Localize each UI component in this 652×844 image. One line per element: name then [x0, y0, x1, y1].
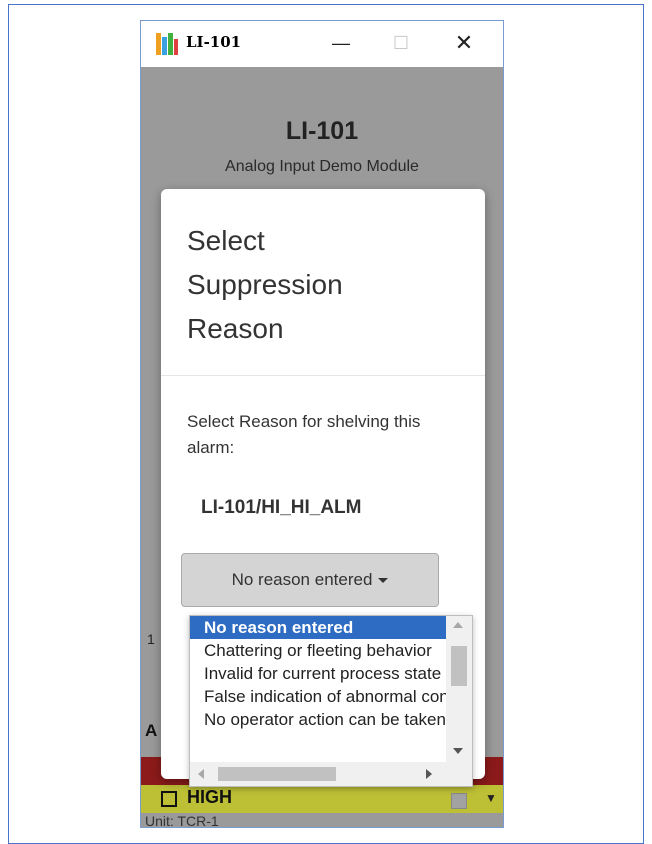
reason-option[interactable]: False indication of abnormal condition — [190, 685, 446, 708]
scroll-right-icon[interactable] — [426, 769, 432, 779]
background-page-title: LI-101 — [285, 117, 359, 145]
alarm-checkbox[interactable] — [161, 791, 177, 807]
reason-option[interactable]: No operator action can be taken — [190, 708, 446, 731]
dialog-divider — [161, 375, 485, 376]
reason-listbox[interactable]: No reason entered Chattering or fleeting… — [189, 615, 473, 787]
background-row-number: 1 — [147, 631, 155, 647]
dialog-title-line: Reason — [187, 313, 284, 344]
caret-down-icon — [378, 577, 389, 583]
dialog-title: Select Suppression Reason — [187, 219, 447, 351]
scrollbar-corner — [446, 762, 472, 786]
scroll-left-icon[interactable] — [198, 769, 204, 779]
alarm-edit-icon[interactable] — [451, 793, 467, 809]
reason-dropdown-button[interactable]: No reason entered — [181, 553, 439, 607]
dialog-title-line: Select — [187, 225, 265, 256]
vertical-scrollbar[interactable] — [446, 616, 472, 762]
background-unit-text: Unit: TCR-1 — [145, 813, 219, 828]
background-page-subtitle: Analog Input Demo Module — [225, 158, 419, 175]
reason-option[interactable]: Chattering or fleeting behavior — [190, 639, 446, 662]
reason-option[interactable]: No reason entered — [190, 616, 446, 639]
alarm-name: LI-101/HI_HI_ALM — [201, 497, 362, 518]
reason-dropdown-label: No reason entered — [231, 570, 373, 589]
reason-options: No reason entered Chattering or fleeting… — [190, 616, 446, 762]
vertical-scroll-thumb[interactable] — [451, 646, 467, 686]
maximize-button[interactable]: ☐ — [381, 29, 421, 57]
horizontal-scrollbar[interactable] — [190, 762, 446, 786]
app-bars-icon — [156, 33, 178, 55]
background-section-letter: A — [145, 721, 158, 740]
app-window: LI-101 — ☐ ✕ LI-101 Analog Input Demo Mo… — [140, 20, 504, 828]
minimize-button[interactable]: — — [321, 29, 361, 57]
horizontal-scroll-thumb[interactable] — [218, 767, 336, 781]
reason-option[interactable]: Invalid for current process state — [190, 662, 446, 685]
scroll-up-icon[interactable] — [453, 622, 463, 628]
suppression-reason-dialog: Select Suppression Reason Select Reason … — [161, 189, 485, 787]
title-bar: LI-101 — ☐ ✕ — [141, 21, 503, 67]
dialog-prompt: Select Reason for shelving this alarm: — [187, 412, 421, 457]
background-scroll-down-icon[interactable]: ▼ — [485, 791, 497, 805]
window-title: LI-101 — [186, 33, 242, 51]
scroll-down-icon[interactable] — [453, 748, 463, 754]
close-button[interactable]: ✕ — [444, 29, 484, 57]
dialog-title-line: Suppression — [187, 269, 343, 300]
alarm-high-label: HIGH — [187, 787, 232, 807]
